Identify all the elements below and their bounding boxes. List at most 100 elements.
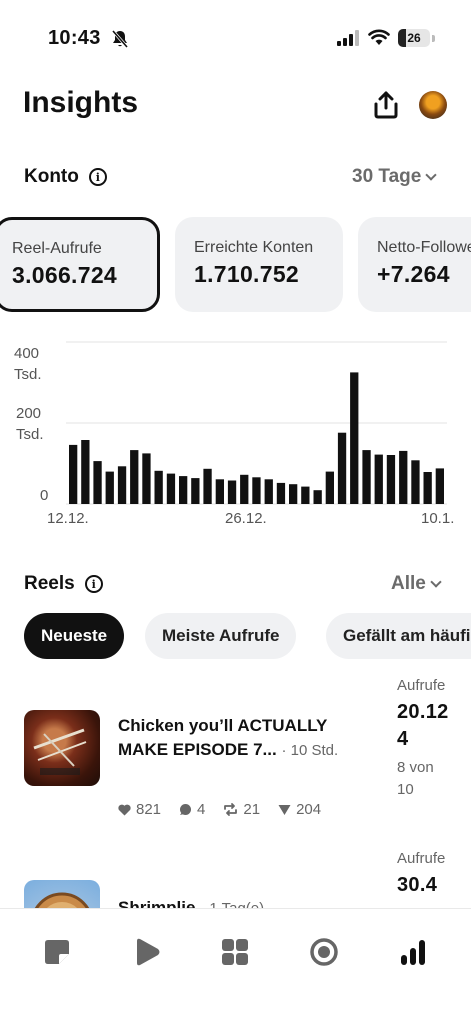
saves-count: 204	[296, 801, 322, 818]
metric-value: 20.124	[397, 701, 449, 750]
shares-count: 21	[243, 801, 261, 818]
chart-bar[interactable]	[142, 453, 151, 504]
card-value: 3.066.724	[12, 262, 118, 288]
likes-stat: 821	[118, 801, 161, 818]
reel-views-chart: 400 Tsd. 200 Tsd. 0 12.12. 26.12. 10.1.	[0, 335, 471, 535]
chart-bar[interactable]	[252, 477, 261, 504]
share-icon[interactable]	[372, 90, 400, 120]
chart-plot	[66, 341, 447, 505]
chart-bar[interactable]	[105, 471, 114, 504]
shares-stat: 21	[223, 801, 260, 818]
signal-icon	[337, 30, 359, 46]
grid-icon[interactable]	[218, 935, 252, 969]
likes-count: 821	[136, 801, 162, 818]
card-label: Netto-Follower	[377, 239, 471, 256]
record-icon[interactable]	[307, 935, 341, 969]
chart-bar[interactable]	[191, 478, 200, 504]
chart-bar[interactable]	[289, 484, 298, 504]
chart-bar[interactable]	[117, 466, 127, 504]
chart-bar[interactable]	[179, 476, 188, 504]
chart-bar[interactable]	[130, 450, 139, 504]
reel-metrics: Aufrufe 30.4	[397, 848, 452, 899]
chart-bar[interactable]	[166, 473, 176, 504]
reels-filter-label: Alle	[391, 573, 426, 594]
page-title: Insights	[23, 86, 139, 119]
reel-metrics: Aufrufe 20.124 8 von 10	[397, 675, 452, 801]
chart-bar[interactable]	[386, 455, 396, 504]
insights-icon[interactable]	[396, 935, 430, 969]
chart-bar[interactable]	[435, 468, 444, 504]
chart-bar[interactable]	[350, 372, 359, 504]
chart-bar[interactable]	[399, 450, 408, 504]
battery-tip	[432, 35, 435, 42]
konto-title: Konto	[24, 166, 79, 187]
chevron-down-icon	[430, 576, 442, 588]
chart-bar[interactable]	[301, 486, 310, 504]
reel-time: · 1 Tag(e)	[200, 900, 264, 908]
tab-neueste[interactable]: Neueste	[24, 613, 125, 659]
info-icon[interactable]: i	[84, 575, 103, 593]
range-select-label: 30 Tage	[352, 166, 422, 187]
range-select[interactable]: 30 Tage	[352, 166, 438, 188]
reel-stats: 821 4 21 204	[118, 801, 321, 818]
x-tick-label: 10.1.	[421, 510, 455, 527]
chart-bar[interactable]	[69, 444, 78, 504]
saves-stat: 204	[278, 801, 321, 818]
rank-text: 8 von 10	[397, 759, 434, 798]
reel-title: Shrimplie · 1 Tag(e)	[118, 896, 358, 908]
status-time: 10:43	[48, 27, 101, 49]
x-tick-label: 26.12.	[225, 510, 267, 527]
avatar[interactable]	[419, 91, 447, 119]
metric-label: Aufrufe	[397, 677, 446, 694]
bottom-nav	[0, 908, 471, 1024]
home-icon[interactable]	[40, 935, 74, 969]
chart-bar[interactable]	[313, 490, 322, 504]
chart-bar[interactable]	[411, 460, 420, 504]
x-tick-label: 12.12.	[47, 510, 89, 527]
chart-bar[interactable]	[93, 461, 102, 504]
chart-bar[interactable]	[325, 471, 334, 504]
chart-bar[interactable]	[362, 450, 371, 504]
card-reel-aufrufe[interactable]: Reel-Aufrufe 3.066.724	[0, 217, 160, 312]
battery-indicator: 26	[398, 29, 430, 47]
metric-cards: Reel-Aufrufe 3.066.724 Erreichte Konten …	[0, 217, 471, 312]
reel-list-item[interactable]: Shrimplie · 1 Tag(e) Aufrufe 30.4	[0, 848, 471, 908]
card-label: Erreichte Konten	[194, 239, 314, 256]
bell-muted-icon	[111, 30, 129, 48]
wifi-icon	[368, 29, 390, 45]
heart-icon	[118, 804, 131, 815]
reels-icon[interactable]	[130, 935, 164, 969]
reel-list-item[interactable]: Chicken you’ll ACTUALLY MAKE EPISODE 7..…	[0, 675, 471, 835]
chart-bar[interactable]	[423, 472, 432, 504]
konto-header: Konto i	[24, 166, 107, 188]
comments-stat: 4	[179, 801, 205, 818]
card-label: Reel-Aufrufe	[12, 240, 102, 257]
reels-header: Reels i	[24, 573, 103, 595]
card-netto-follower[interactable]: Netto-Follower +7.264	[358, 217, 471, 312]
chart-bar[interactable]	[264, 479, 273, 504]
chart-bar[interactable]	[215, 479, 224, 504]
reel-title-text: Shrimplie	[118, 898, 196, 908]
repost-icon	[224, 803, 238, 816]
reel-thumbnail[interactable]	[24, 880, 100, 908]
metric-label: Aufrufe	[397, 850, 446, 867]
chart-bar[interactable]	[203, 468, 212, 504]
reel-title: Chicken you’ll ACTUALLY MAKE EPISODE 7..…	[118, 714, 358, 763]
chart-bar[interactable]	[81, 440, 90, 504]
chart-bar[interactable]	[276, 482, 286, 504]
card-erreichte-konten[interactable]: Erreichte Konten 1.710.752	[175, 217, 343, 312]
reel-time: · 10 Std.	[281, 742, 339, 759]
tab-meiste-aufrufe[interactable]: Meiste Aufrufe	[145, 613, 297, 659]
chart-bar[interactable]	[374, 454, 383, 504]
card-value: 1.710.752	[194, 261, 300, 287]
reels-title: Reels	[24, 573, 75, 594]
comments-count: 4	[197, 801, 206, 818]
tab-gefaellt-am-haeufigsten[interactable]: Gefällt am häufigsten	[326, 613, 471, 659]
chart-bar[interactable]	[240, 474, 249, 504]
chart-bar[interactable]	[337, 432, 347, 504]
chart-bar[interactable]	[227, 480, 237, 505]
info-icon[interactable]: i	[88, 168, 107, 186]
reels-filter-select[interactable]: Alle	[391, 573, 442, 595]
chart-bar[interactable]	[154, 470, 163, 504]
reel-thumbnail[interactable]	[24, 710, 100, 786]
